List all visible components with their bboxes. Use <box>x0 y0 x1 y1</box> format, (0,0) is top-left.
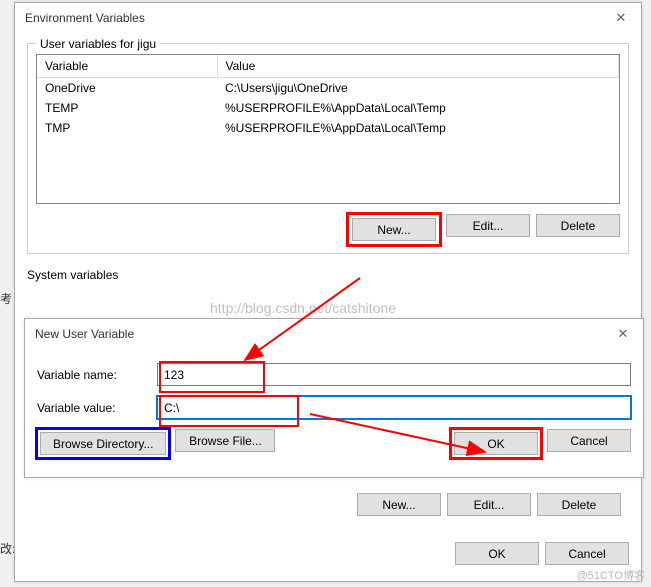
close-icon[interactable]: ✕ <box>603 319 643 349</box>
table-row[interactable]: OneDrive C:\Users\jigu\OneDrive <box>37 78 619 99</box>
new-button[interactable]: New... <box>352 218 436 241</box>
col-value[interactable]: Value <box>217 55 619 78</box>
variable-value-label: Variable value: <box>37 401 157 415</box>
sys-new-button[interactable]: New... <box>357 493 441 516</box>
titlebar: Environment Variables ✕ <box>15 3 641 33</box>
dialog-title: Environment Variables <box>25 11 145 25</box>
highlight-box <box>162 364 262 390</box>
variable-name-label: Variable name: <box>37 368 157 382</box>
browse-file-button[interactable]: Browse File... <box>175 429 275 452</box>
cell-variable: TEMP <box>37 98 217 118</box>
user-variables-group: User variables for jigu Variable Value O… <box>27 43 629 254</box>
ok-button[interactable]: OK <box>454 432 538 455</box>
user-variables-label: User variables for jigu <box>36 37 160 51</box>
credit-text: @51CTO博客 <box>577 567 645 583</box>
sys-delete-button[interactable]: Delete <box>537 493 621 516</box>
env-cancel-button[interactable]: Cancel <box>545 542 629 565</box>
cell-value: %USERPROFILE%\AppData\Local\Temp <box>217 98 619 118</box>
new-user-variable-dialog: New User Variable ✕ Variable name: Varia… <box>24 318 644 478</box>
table-row[interactable]: TEMP %USERPROFILE%\AppData\Local\Temp <box>37 98 619 118</box>
env-ok-button[interactable]: OK <box>455 542 539 565</box>
dialog-title: New User Variable <box>35 327 134 341</box>
cell-value: C:\Users\jigu\OneDrive <box>217 78 619 99</box>
edit-button[interactable]: Edit... <box>446 214 530 237</box>
cell-variable: OneDrive <box>37 78 217 99</box>
delete-button[interactable]: Delete <box>536 214 620 237</box>
browse-directory-button[interactable]: Browse Directory... <box>40 432 166 455</box>
table-row[interactable]: TMP %USERPROFILE%\AppData\Local\Temp <box>37 118 619 138</box>
cell-value: %USERPROFILE%\AppData\Local\Temp <box>217 118 619 138</box>
col-variable[interactable]: Variable <box>37 55 217 78</box>
close-icon[interactable]: ✕ <box>601 3 641 33</box>
system-variables-label: System variables <box>27 262 629 286</box>
highlight-box <box>162 398 296 424</box>
cancel-button[interactable]: Cancel <box>547 429 631 452</box>
user-variables-table[interactable]: Variable Value OneDrive C:\Users\jigu\On… <box>36 54 620 204</box>
environment-variables-dialog: Environment Variables ✕ User variables f… <box>14 2 642 582</box>
cropped-text: 考 <box>0 290 12 307</box>
cell-variable: TMP <box>37 118 217 138</box>
titlebar: New User Variable ✕ <box>25 319 643 349</box>
sys-edit-button[interactable]: Edit... <box>447 493 531 516</box>
